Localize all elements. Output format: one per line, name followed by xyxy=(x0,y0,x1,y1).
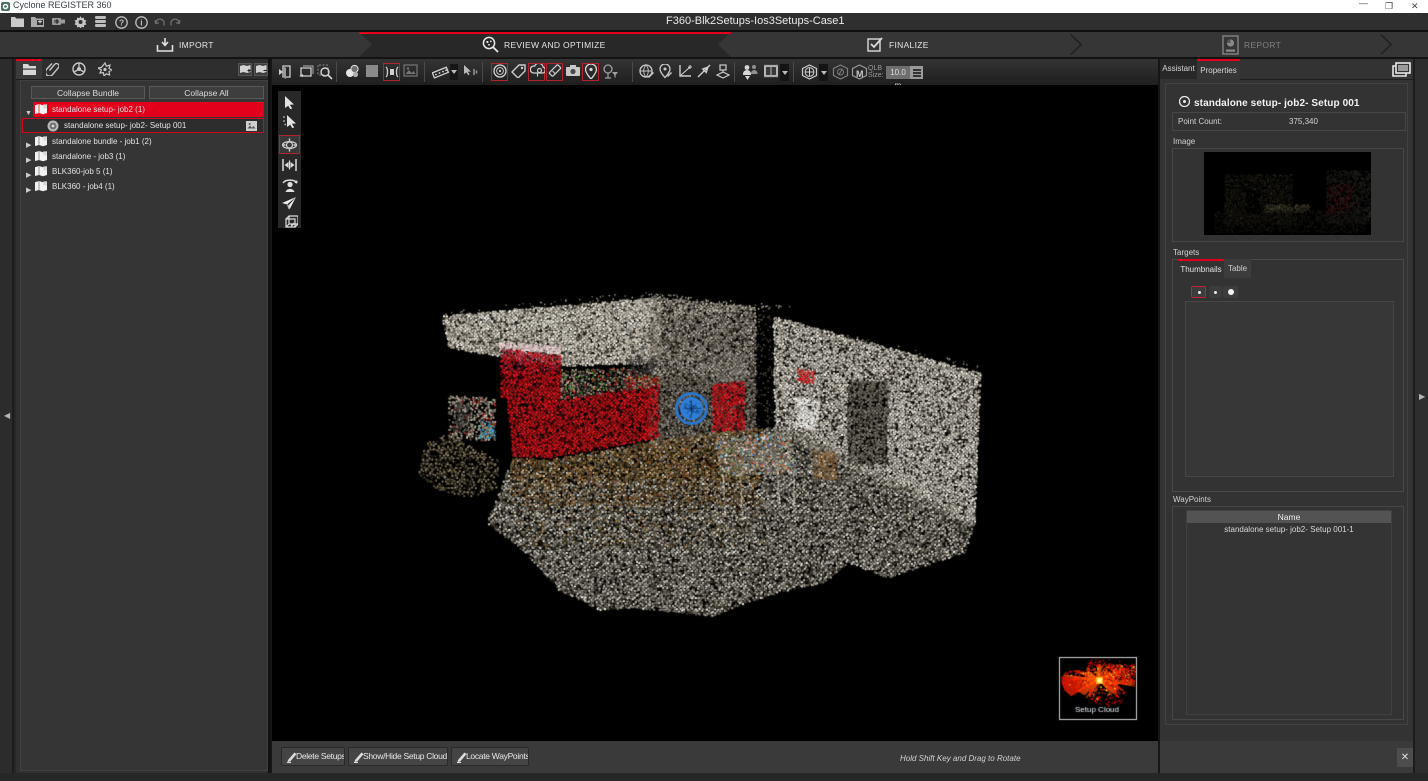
svg-text:M: M xyxy=(856,69,864,79)
svg-text:?: ? xyxy=(119,18,124,28)
svg-text:i: i xyxy=(55,20,56,26)
svg-text:i: i xyxy=(140,18,142,28)
